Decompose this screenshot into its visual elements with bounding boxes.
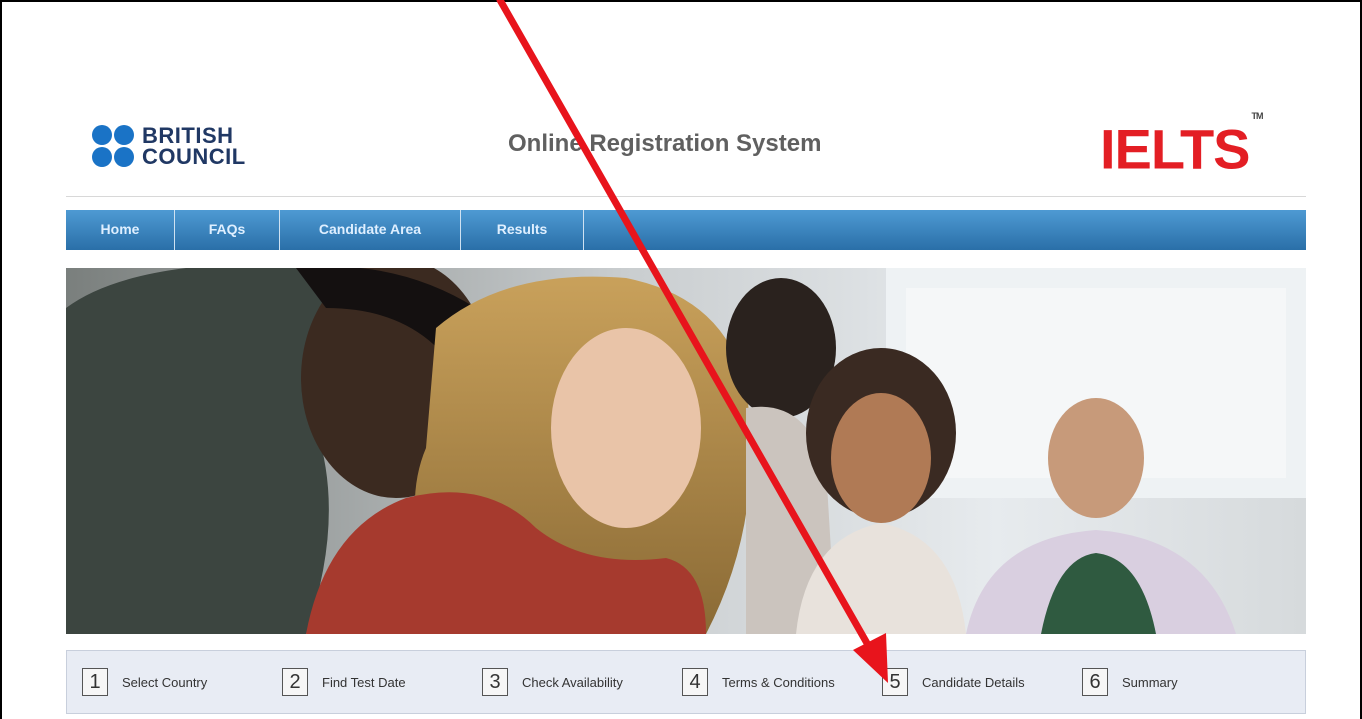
nav-results[interactable]: Results bbox=[461, 210, 584, 250]
step-check-availability[interactable]: 3 Check Availability bbox=[467, 668, 667, 696]
step-terms-conditions[interactable]: 4 Terms & Conditions bbox=[667, 668, 867, 696]
brand-line-1: BRITISH bbox=[142, 123, 234, 148]
step-label: Candidate Details bbox=[922, 674, 1025, 690]
hero-image bbox=[66, 268, 1306, 634]
step-label: Check Availability bbox=[522, 674, 623, 690]
step-label: Summary bbox=[1122, 674, 1178, 690]
header-divider bbox=[66, 196, 1306, 197]
step-label: Select Country bbox=[122, 674, 208, 690]
nav-faqs[interactable]: FAQs bbox=[175, 210, 280, 250]
british-council-wordmark: BRITISH COUNCIL bbox=[142, 123, 246, 169]
step-number: 5 bbox=[882, 668, 908, 696]
brand-line-2: COUNCIL bbox=[142, 144, 246, 169]
hero-photo-illustration bbox=[66, 268, 1306, 634]
step-number: 4 bbox=[682, 668, 708, 696]
step-find-test-date[interactable]: 2 Find Test Date bbox=[267, 668, 467, 696]
ielts-logo[interactable]: IELTSTM bbox=[1100, 111, 1264, 181]
step-candidate-details[interactable]: 5 Candidate Details bbox=[867, 668, 1067, 696]
nav-home[interactable]: Home bbox=[66, 210, 175, 250]
main-nav: Home FAQs Candidate Area Results bbox=[66, 210, 1306, 250]
step-select-country[interactable]: 1 Select Country bbox=[67, 668, 267, 696]
british-council-dots-icon bbox=[90, 123, 136, 169]
step-number: 6 bbox=[1082, 668, 1108, 696]
registration-steps: 1 Select Country 2 Find Test Date 3 Chec… bbox=[66, 650, 1306, 714]
british-council-logo[interactable]: BRITISH COUNCIL bbox=[90, 122, 246, 170]
ielts-wordmark: IELTS bbox=[1100, 117, 1251, 181]
step-number: 2 bbox=[282, 668, 308, 696]
page-title: Online Registration System bbox=[508, 130, 822, 157]
step-label: Find Test Date bbox=[322, 674, 406, 690]
step-summary[interactable]: 6 Summary bbox=[1067, 668, 1267, 696]
step-number: 1 bbox=[82, 668, 108, 696]
step-number: 3 bbox=[482, 668, 508, 696]
trademark-mark: TM bbox=[1251, 111, 1264, 121]
nav-candidate-area[interactable]: Candidate Area bbox=[280, 210, 461, 250]
step-label: Terms & Conditions bbox=[722, 674, 835, 690]
